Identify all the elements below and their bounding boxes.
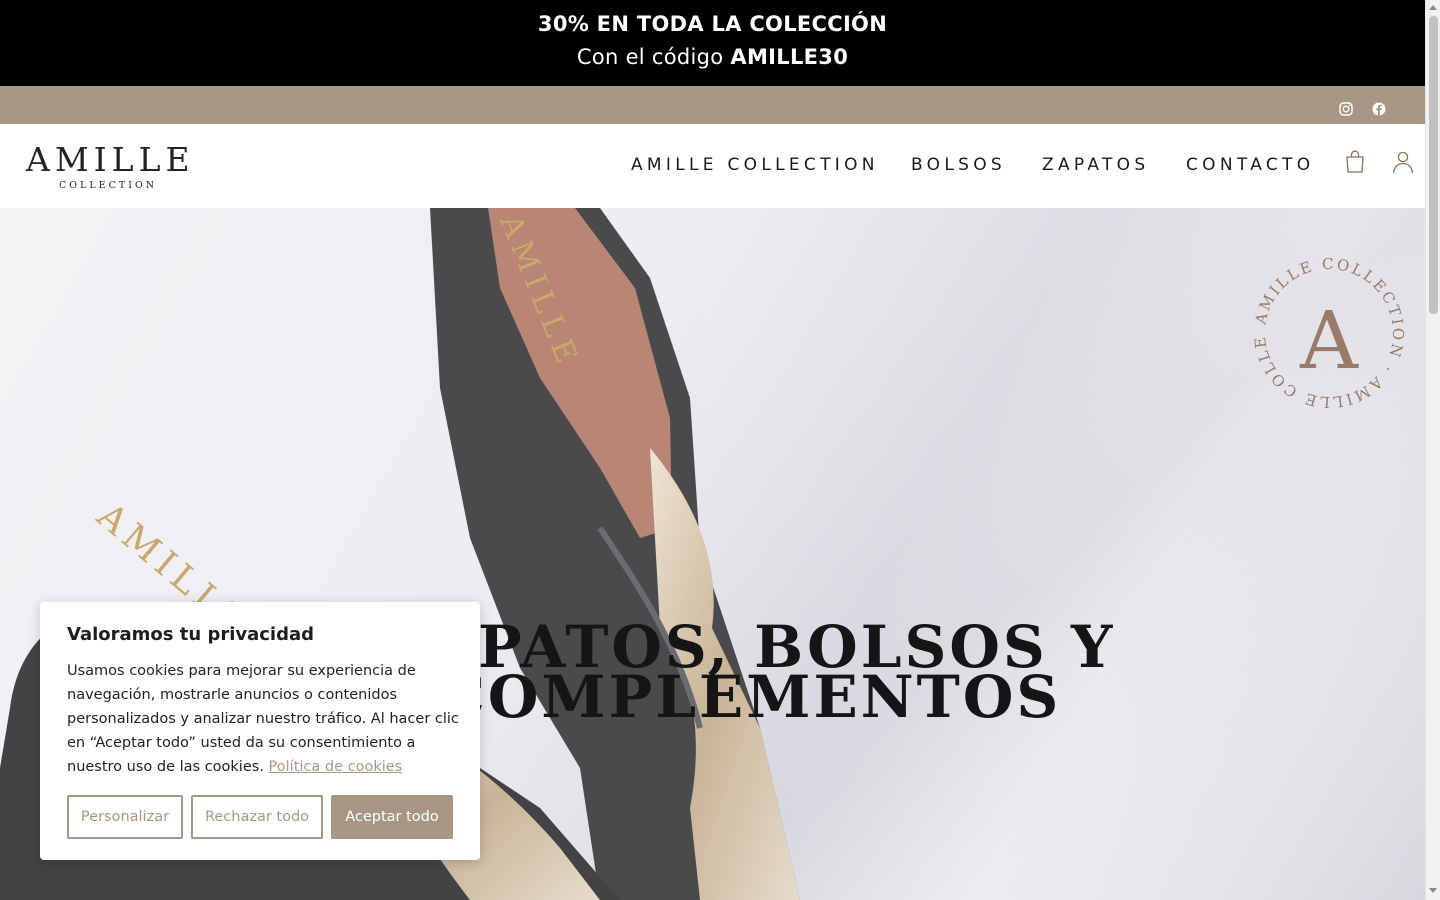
page-scrollbar[interactable] <box>1425 0 1440 900</box>
social-bar <box>0 86 1425 124</box>
cookie-title: Valoramos tu privacidad <box>67 624 315 645</box>
instagram-icon[interactable] <box>1339 102 1353 116</box>
cookie-body: Usamos cookies para mejorar su experienc… <box>67 659 459 779</box>
site-logo[interactable]: AMILLE COLLECTION <box>26 142 190 192</box>
logo-wordmark: AMILLE <box>26 140 195 179</box>
site-header: AMILLE COLLECTION AMILLE COLLECTION BOLS… <box>0 124 1425 208</box>
cookie-consent-dialog: Valoramos tu privacidad Usamos cookies p… <box>40 602 480 860</box>
shopping-bag-icon[interactable] <box>1345 150 1367 176</box>
amille-collection-badge: AMILLE COLLECTION · AMILLE COLLECTION · … <box>1250 254 1405 411</box>
scroll-thumb[interactable] <box>1429 16 1438 314</box>
customize-button[interactable]: Personalizar <box>67 795 183 839</box>
nav-bolsos[interactable]: BOLSOS <box>911 155 1006 175</box>
user-account-icon[interactable] <box>1392 149 1414 175</box>
nav-zapatos[interactable]: ZAPATOS <box>1042 155 1149 175</box>
promo-title: 30% EN TODA LA COLECCIÓN <box>537 12 888 36</box>
promo-code-prefix: Con el código <box>576 45 724 69</box>
logo-subtitle: COLLECTION <box>59 180 158 191</box>
promo-bar: 30% EN TODA LA COLECCIÓN Con el código A… <box>0 0 1425 86</box>
cookie-policy-link[interactable]: Política de cookies <box>269 759 403 775</box>
scroll-down-arrow-icon[interactable] <box>1429 888 1437 893</box>
reject-all-button[interactable]: Rechazar todo <box>191 795 323 839</box>
promo-code-line: Con el código AMILLE30 <box>0 45 1425 69</box>
hero-heading-line2: COMPLEMENTOS <box>438 663 1062 731</box>
badge-letter: A <box>1299 294 1359 387</box>
promo-code: AMILLE30 <box>730 45 849 69</box>
accept-all-button[interactable]: Aceptar todo <box>331 795 453 839</box>
nav-contacto[interactable]: CONTACTO <box>1186 155 1314 175</box>
scroll-up-arrow-icon[interactable] <box>1429 5 1437 10</box>
facebook-icon[interactable] <box>1372 102 1386 116</box>
nav-amille-collection[interactable]: AMILLE COLLECTION <box>631 155 879 175</box>
